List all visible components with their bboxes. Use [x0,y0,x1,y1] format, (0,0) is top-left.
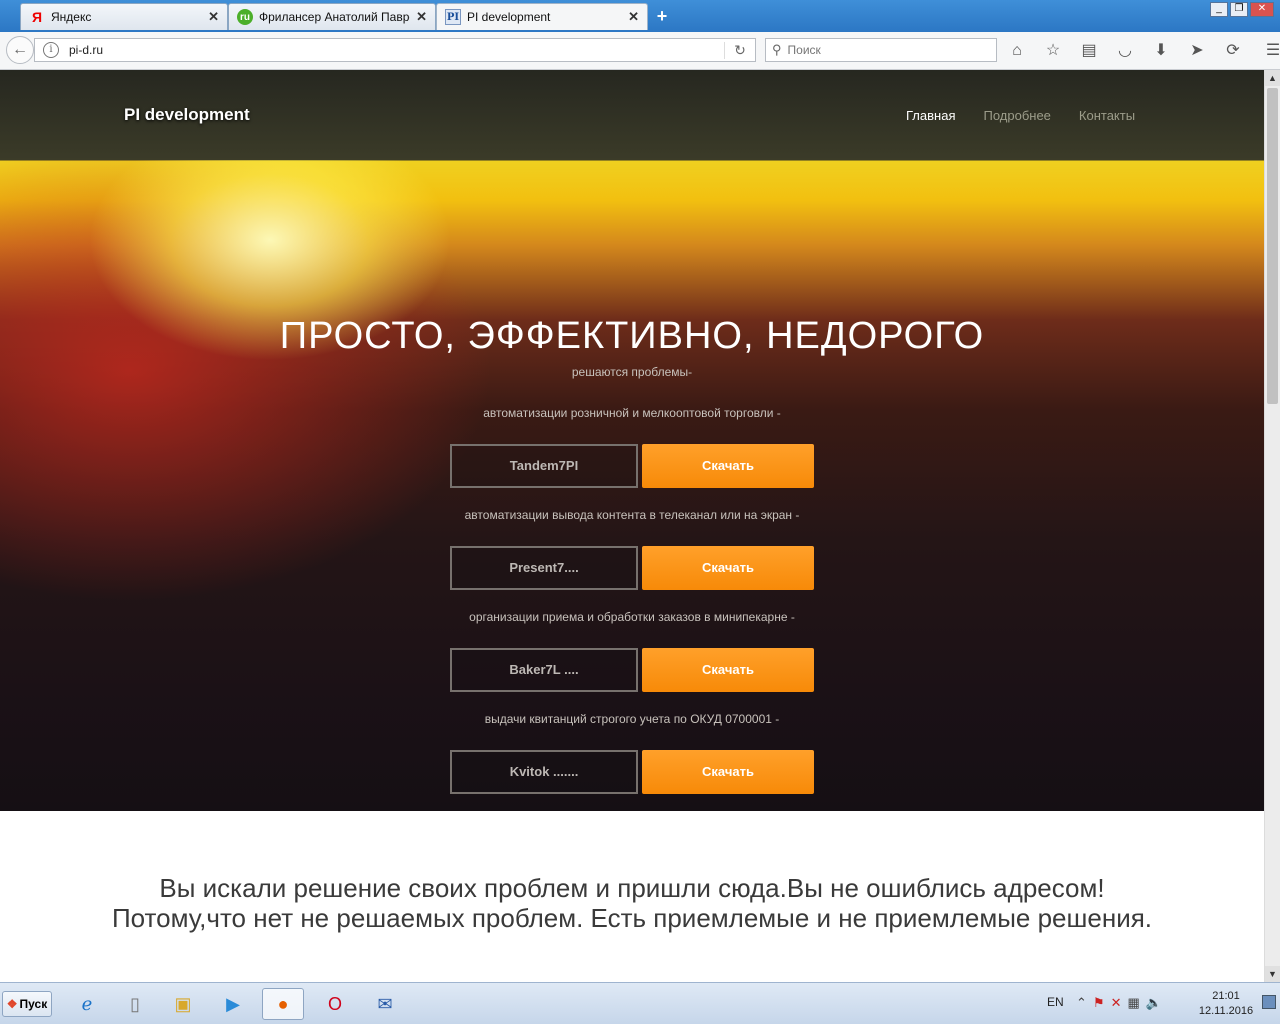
window-controls: _ ❐ ✕ [1210,2,1274,17]
product-caption: выдачи квитанций строгого учета по ОКУД … [484,712,780,726]
product-caption: автоматизации вывода контента в телекана… [464,508,800,522]
site-info-icon[interactable]: i [43,42,59,58]
start-label: Пуск [19,997,48,1011]
site-header: PI development Главная Подробнее Контакт… [0,70,1264,160]
menu-item-details[interactable]: Подробнее [983,108,1050,123]
tray-expand-icon[interactable]: ⌃ [1076,995,1087,1011]
thunderbird-icon[interactable]: ✉ [364,988,406,1020]
blank-document-icon[interactable]: ▯ [114,988,156,1020]
tab-label: PI development [467,10,551,24]
flag-icon[interactable]: ⚑ [1093,995,1105,1011]
bookmarks-list-icon[interactable]: ▤ [1078,40,1100,62]
site-brand[interactable]: PI development [124,105,250,125]
system-tray: ⌃ ⚑ ✕ ▦ 🔈 [1076,995,1162,1011]
internet-explorer-icon[interactable]: ℯ [66,988,108,1020]
download-icon[interactable]: ⬇ [1150,40,1172,62]
start-button[interactable]: ❖ Пуск [2,991,52,1017]
intro-text: Вы искали решение своих проблем и пришли… [111,873,1153,933]
windows-taskbar: ❖ Пуск ℯ ▯ ▣ ▶ ● O ✉ EN ⌃ ⚑ ✕ ▦ 🔈 21:01 … [0,982,1280,1024]
pocket-icon[interactable]: ◡ [1114,40,1136,62]
pi-favicon-icon: PI [445,9,461,25]
product-caption: организации приема и обработки заказов в… [469,610,795,624]
hero-subline: решаются проблемы- [571,365,693,379]
reload-icon[interactable]: ↻ [724,41,755,59]
menu-item-home[interactable]: Главная [906,108,955,123]
tab-label: Фрилансер Анатолий Павро... [259,10,411,24]
search-bar[interactable]: ⚲ [765,38,997,62]
maximize-icon[interactable]: ❐ [1230,2,1248,17]
toolbar-icons: ⌂ ☆ ▤ ◡ ⬇ ➤ ⟳ ☰ [1006,40,1280,62]
volume-icon[interactable]: 🔈 [1146,995,1162,1011]
tab-freelancer[interactable]: ru Фрилансер Анатолий Павро... ✕ [228,3,436,30]
close-icon[interactable]: ✕ [628,9,639,25]
minimize-icon[interactable]: _ [1210,2,1228,17]
scrollbar-thumb[interactable] [1267,88,1278,404]
close-icon[interactable]: ✕ [208,9,219,25]
download-button-present[interactable]: Скачать [642,546,814,590]
browser-titlebar: Я Яндекс ✕ ru Фрилансер Анатолий Павро..… [0,0,1280,32]
browser-navbar: ← i ↻ ⚲ ⌂ ☆ ▤ ◡ ⬇ ➤ ⟳ ☰ [0,32,1280,70]
sync-icon[interactable]: ⟳ [1222,40,1244,62]
menu-item-contacts[interactable]: Контакты [1079,108,1135,123]
url-bar[interactable]: i ↻ [34,38,756,62]
show-desktop-icon[interactable] [1262,995,1276,1009]
yandex-favicon-icon: Я [31,9,43,25]
product-name-box: Baker7L .... [450,648,638,692]
product-name-box: Present7.... [450,546,638,590]
window-close-icon[interactable]: ✕ [1250,2,1274,17]
product-name-box: Kvitok ....... [450,750,638,794]
hero-section: PI development Главная Подробнее Контакт… [0,70,1264,811]
network-icon[interactable]: ▦ [1127,995,1139,1011]
new-tab-plus-icon[interactable]: + [652,6,672,26]
hamburger-menu-icon[interactable]: ☰ [1262,40,1280,62]
download-button-kvitok[interactable]: Скачать [642,750,814,794]
site-menu: Главная Подробнее Контакты [906,108,1135,123]
antivirus-icon[interactable]: ✕ [1111,995,1122,1011]
send-icon[interactable]: ➤ [1186,40,1208,62]
product-caption: автоматизации розничной и мелкооптовой т… [483,406,781,420]
product-name-box: Tandem7PI [450,444,638,488]
fl-ru-favicon-icon: ru [237,9,253,25]
tab-yandex[interactable]: Я Яндекс ✕ [20,3,228,30]
search-icon: ⚲ [772,42,782,57]
firefox-icon[interactable]: ● [262,988,304,1020]
search-input[interactable] [785,42,996,58]
clock-date: 12.11.2016 [1198,1005,1254,1017]
file-explorer-icon[interactable]: ▣ [162,988,204,1020]
close-icon[interactable]: ✕ [416,9,427,25]
windows-logo-icon: ❖ [6,997,18,1011]
bookmark-star-icon[interactable]: ☆ [1042,40,1064,62]
language-indicator[interactable]: EN [1047,995,1064,1009]
download-button-baker[interactable]: Скачать [642,648,814,692]
hero-headline: ПРОСТО, ЭФФЕКТИВНО, НЕДОРОГО [279,315,985,357]
tab-pi-development[interactable]: PI PI development ✕ [436,3,648,30]
media-player-icon[interactable]: ▶ [212,988,254,1020]
download-button-tandem[interactable]: Скачать [642,444,814,488]
home-icon[interactable]: ⌂ [1006,40,1028,62]
page-viewport: PI development Главная Подробнее Контакт… [0,70,1264,982]
scroll-down-arrow-icon[interactable]: ▼ [1265,966,1280,982]
system-clock[interactable]: 21:01 12.11.2016 [1196,989,1256,1019]
page-scrollbar[interactable]: ▲ ▼ [1264,70,1280,982]
opera-icon[interactable]: O [314,988,356,1020]
scroll-up-arrow-icon[interactable]: ▲ [1265,70,1280,86]
url-input[interactable] [67,42,724,58]
clock-time: 21:01 [1212,990,1240,1002]
tab-label: Яндекс [51,10,92,24]
back-arrow-icon[interactable]: ← [6,36,34,64]
